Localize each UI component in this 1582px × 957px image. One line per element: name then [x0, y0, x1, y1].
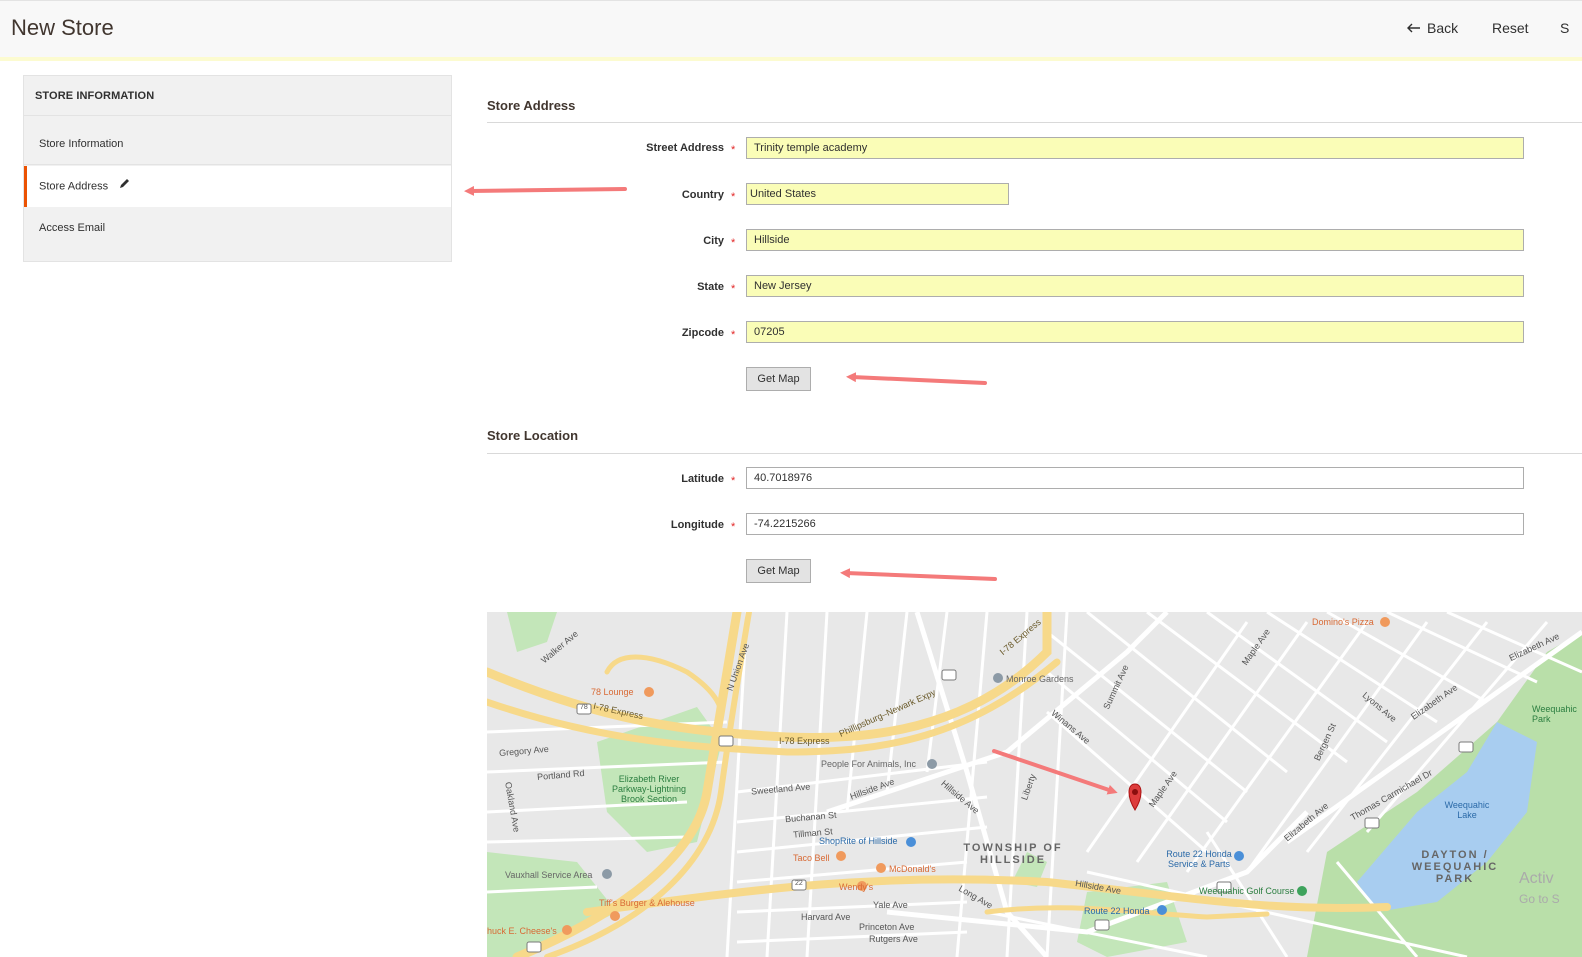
zipcode-label: Zipcode — [681, 327, 724, 339]
section-title-store-address: Store Address — [487, 98, 576, 113]
required-asterisk: * — [731, 475, 736, 487]
get-map-by-coordinates-button[interactable]: Get Map — [746, 559, 811, 583]
map-label: I-78 Express — [779, 736, 830, 746]
map-label: Harvard Ave — [801, 912, 851, 922]
map-label: Vauxhall Service Area — [505, 870, 593, 880]
map-label: Taco Bell — [793, 853, 830, 863]
sidebar-item-label: Store Address — [39, 180, 109, 193]
map-label: 78 Lounge — [591, 687, 634, 697]
map-label: DAYTON / WEEQUAHIC PARK — [1411, 849, 1499, 885]
back-button[interactable]: Back — [1407, 20, 1458, 36]
map-label: Monroe Gardens — [1006, 674, 1074, 684]
city-input[interactable] — [746, 229, 1524, 251]
section-divider — [487, 122, 1582, 123]
map-label: Tiff's Burger & Alehouse — [599, 898, 695, 908]
map-label: Rutgers Ave — [869, 934, 918, 944]
header-accent-bar — [0, 57, 1582, 61]
map-label: Route 22 Honda Service & Parts — [1166, 849, 1232, 869]
map-label: Weequahic Park — [1532, 704, 1577, 724]
map-label: People For Animals, Inc — [821, 759, 917, 769]
map-label: Princeton Ave — [859, 922, 915, 932]
sidebar-heading: STORE INFORMATION — [24, 76, 451, 116]
sidebar-item-label: Store Information — [39, 138, 124, 150]
map-label: Go to S — [1519, 892, 1560, 906]
page-title: New Store — [11, 15, 114, 40]
latitude-input[interactable] — [746, 467, 1524, 489]
highway-shield-label: 22 — [795, 880, 803, 887]
required-asterisk: * — [731, 237, 736, 249]
zipcode-input[interactable] — [746, 321, 1524, 343]
country-label: Country — [681, 189, 724, 201]
arrow-left-icon — [1407, 20, 1423, 36]
pencil-icon — [119, 166, 130, 207]
map-label: Activ — [1519, 870, 1554, 887]
map-label: Weequahic Lake — [1444, 800, 1490, 820]
map-label: Weequahic Golf Course — [1199, 886, 1295, 896]
longitude-label: Longitude — [670, 519, 724, 531]
section-title-store-location: Store Location — [487, 428, 579, 443]
back-button-label: Back — [1427, 20, 1459, 36]
sidebar-item-access-email[interactable]: Access Email — [24, 208, 451, 249]
store-tabs-sidebar: STORE INFORMATION Store Information Stor… — [23, 75, 452, 262]
map-label: Wendy's — [839, 882, 874, 892]
map-label: TOWNSHIP OF HILLSIDE — [963, 842, 1063, 866]
street-address-input[interactable] — [746, 137, 1524, 159]
get-map-by-address-button[interactable]: Get Map — [746, 367, 811, 391]
latitude-label: Latitude — [681, 473, 724, 485]
map-label: Route 22 Honda — [1084, 906, 1150, 916]
required-asterisk: * — [731, 521, 736, 533]
map-label: ShopRite of Hillside — [819, 836, 898, 846]
state-input[interactable] — [746, 275, 1524, 297]
reset-button[interactable]: Reset — [1492, 20, 1529, 36]
sidebar-item-store-information[interactable]: Store Information — [24, 124, 451, 165]
map-label: McDonald's — [889, 864, 936, 874]
required-asterisk: * — [731, 329, 736, 341]
section-divider — [487, 453, 1582, 454]
map-label: huck E. Cheese's — [487, 926, 557, 936]
city-label: City — [703, 235, 724, 247]
required-asterisk: * — [731, 191, 736, 203]
page-header: New Store Back Reset S — [0, 0, 1582, 61]
required-asterisk: * — [731, 144, 736, 156]
sidebar-item-label: Access Email — [39, 222, 106, 234]
save-button[interactable]: S — [1560, 20, 1569, 36]
map-label: Yale Ave — [873, 900, 908, 910]
highway-shield-label: 78 — [580, 704, 588, 711]
map-label: Domino's Pizza — [1312, 617, 1374, 627]
required-asterisk: * — [731, 283, 736, 295]
store-location-map[interactable]: 78 Lounge I-78 Express I-78 Express Phil… — [487, 612, 1582, 957]
sidebar-item-store-address[interactable]: Store Address — [24, 166, 451, 207]
longitude-input[interactable] — [746, 513, 1524, 535]
map-label: Elizabeth River Parkway-Lightning Brook … — [611, 774, 687, 804]
state-label: State — [697, 281, 724, 293]
country-select[interactable] — [746, 183, 1009, 205]
street-address-label: Street Address — [646, 142, 724, 154]
